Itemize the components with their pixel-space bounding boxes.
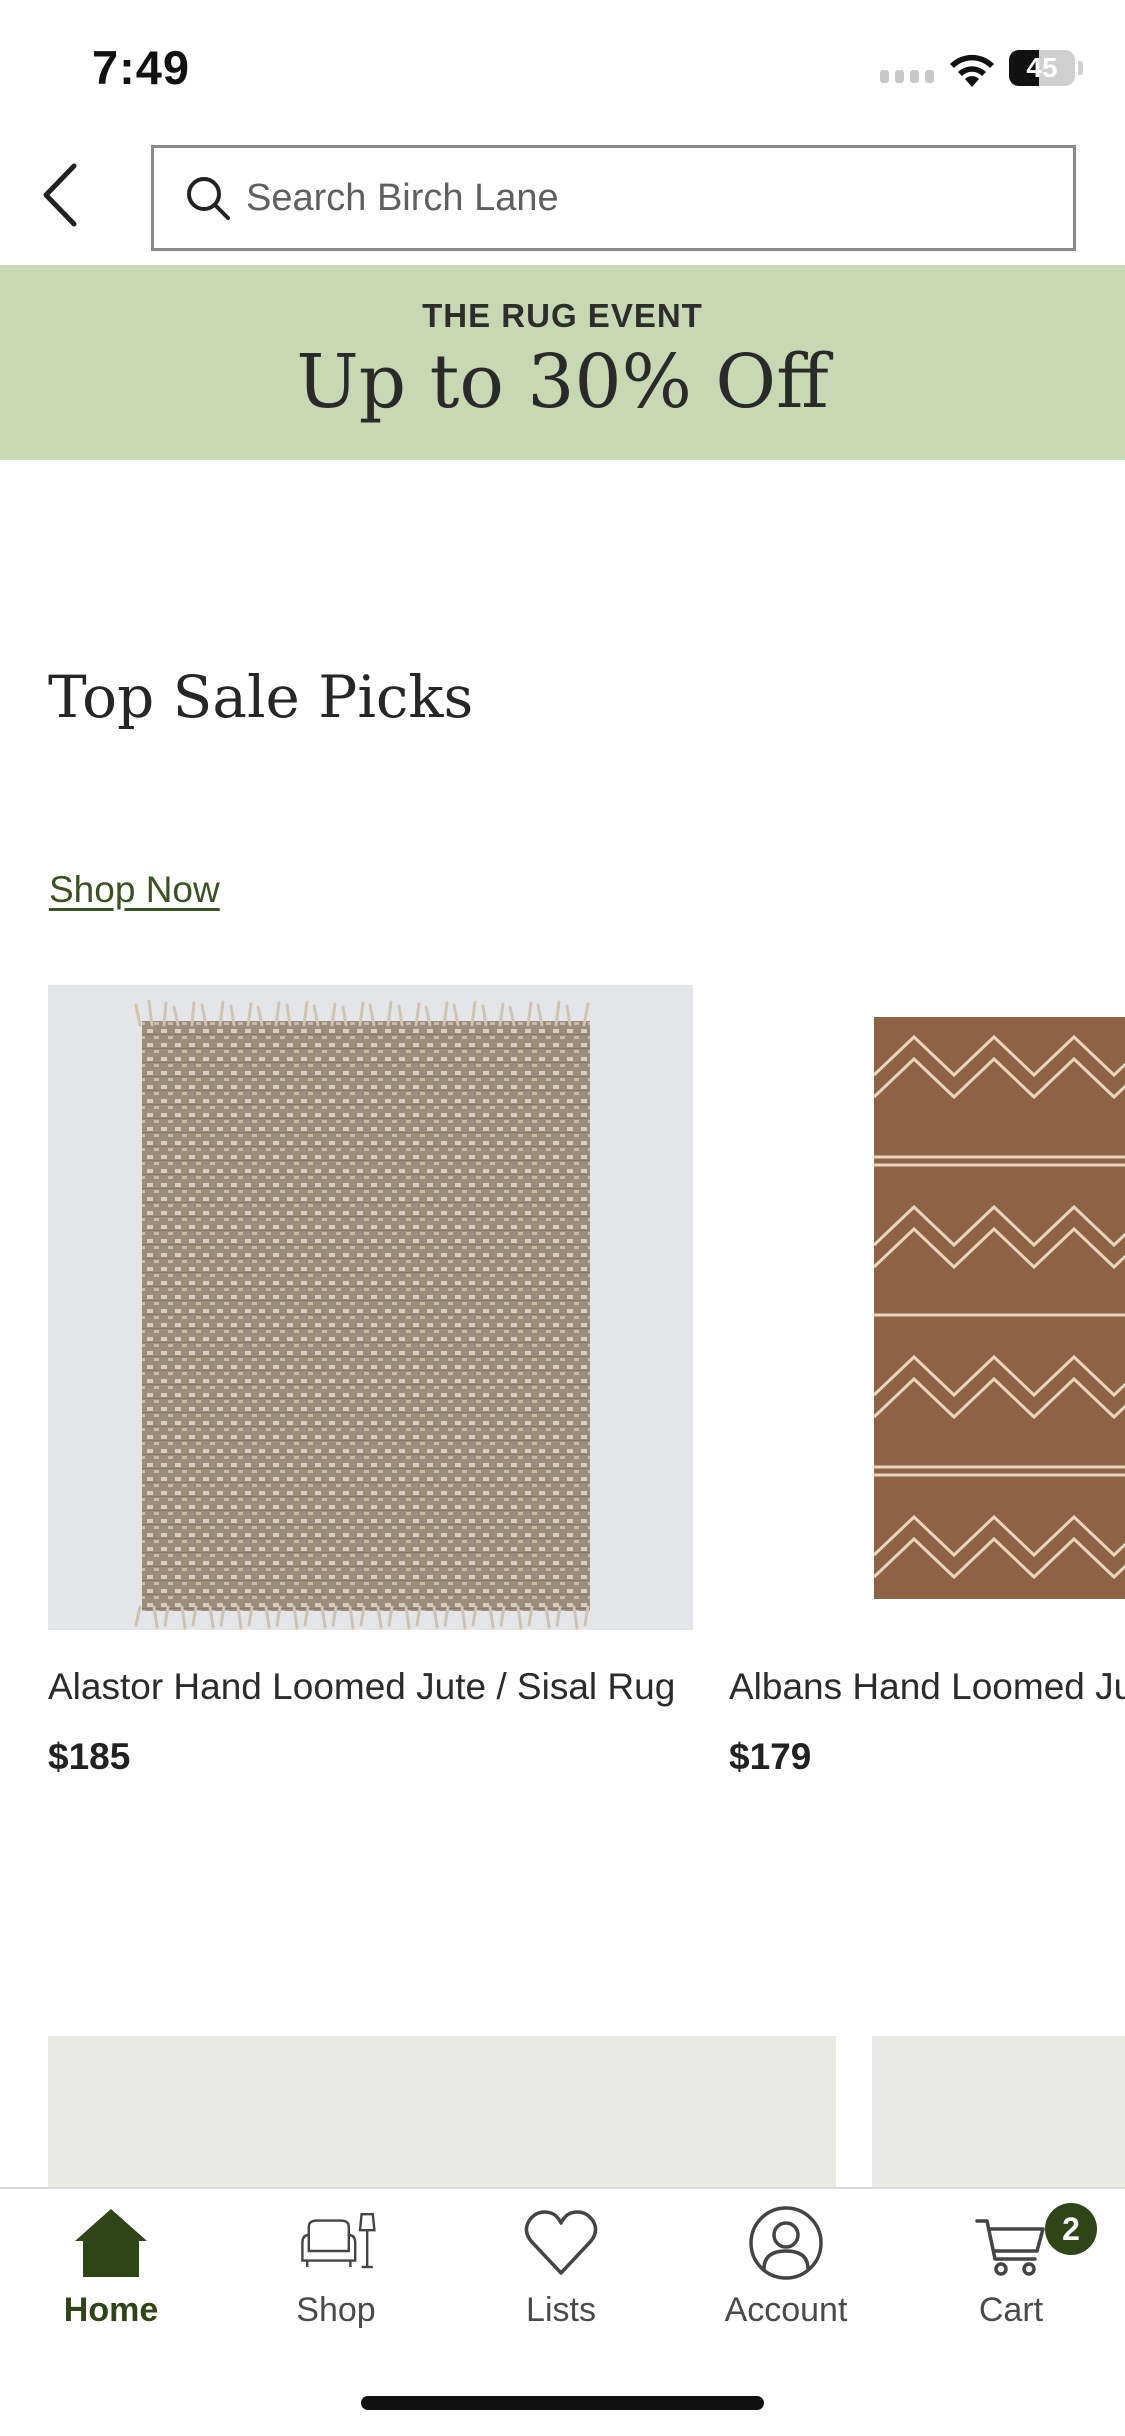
cellular-signal-icon: [880, 70, 934, 83]
tab-shop[interactable]: Shop: [236, 2203, 436, 2330]
woven-rug-illustration: [48, 985, 693, 1630]
battery-level: 45: [1026, 52, 1058, 83]
product-price: $185: [48, 1736, 131, 1777]
tab-cart[interactable]: Cart 2: [911, 2203, 1111, 2330]
tab-label: Home: [63, 2291, 159, 2329]
wifi-icon: [950, 54, 994, 87]
tab-label: Shop: [296, 2291, 376, 2329]
tab-lists[interactable]: Lists: [461, 2203, 661, 2330]
chevron-left-icon: [43, 163, 77, 227]
product-card[interactable]: Albans Hand Loomed Jute / Sisal Rug $179: [729, 985, 1125, 1778]
heart-icon: [524, 2210, 598, 2275]
zigzag-rug-illustration: [729, 985, 1125, 1630]
image-placeholder: [48, 2036, 836, 2190]
tab-account[interactable]: Account: [686, 2203, 886, 2330]
search-input[interactable]: [246, 176, 1026, 220]
status-time: 7:49: [92, 41, 191, 94]
home-icon: [75, 2209, 147, 2277]
cart-count-badge: 2: [1045, 2203, 1097, 2255]
tab-label: Account: [724, 2291, 848, 2329]
shop-now-link[interactable]: Shop Now: [49, 869, 220, 911]
sofa-lamp-icon: [301, 2213, 376, 2269]
battery-icon: 45: [1009, 50, 1075, 86]
battery-cap: [1078, 61, 1083, 75]
promo-eyebrow: THE RUG EVENT: [422, 297, 703, 334]
product-name: Albans Hand Loomed Jute / Sisal Rug: [729, 1666, 1125, 1707]
product-price: $179: [729, 1736, 812, 1777]
tab-label: Lists: [526, 2291, 596, 2329]
cart-icon: [975, 2219, 1045, 2276]
home-indicator[interactable]: [361, 2396, 764, 2410]
product-card[interactable]: Alastor Hand Loomed Jute / Sisal Rug $18…: [48, 985, 693, 1778]
promo-headline: Up to 30% Off: [296, 339, 829, 425]
status-bar: 7:49 45: [0, 0, 1125, 130]
product-image-zigzag-rug: [729, 985, 1125, 1630]
screen: 7:49 45 THE RUG EVENT Up to 30% Off: [0, 0, 1125, 2436]
account-icon: [749, 2206, 823, 2280]
back-button[interactable]: [30, 150, 90, 240]
search-bar[interactable]: [151, 145, 1076, 251]
promo-banner[interactable]: THE RUG EVENT Up to 30% Off: [0, 265, 1125, 460]
product-name: Alastor Hand Loomed Jute / Sisal Rug: [48, 1666, 676, 1707]
search-icon: [187, 177, 230, 220]
section-title: Top Sale Picks: [48, 663, 474, 731]
tab-label: Cart: [978, 2291, 1044, 2329]
image-placeholder: [872, 2036, 1125, 2190]
tab-home[interactable]: Home: [11, 2203, 211, 2330]
product-image-jute-rug: [48, 985, 693, 1630]
